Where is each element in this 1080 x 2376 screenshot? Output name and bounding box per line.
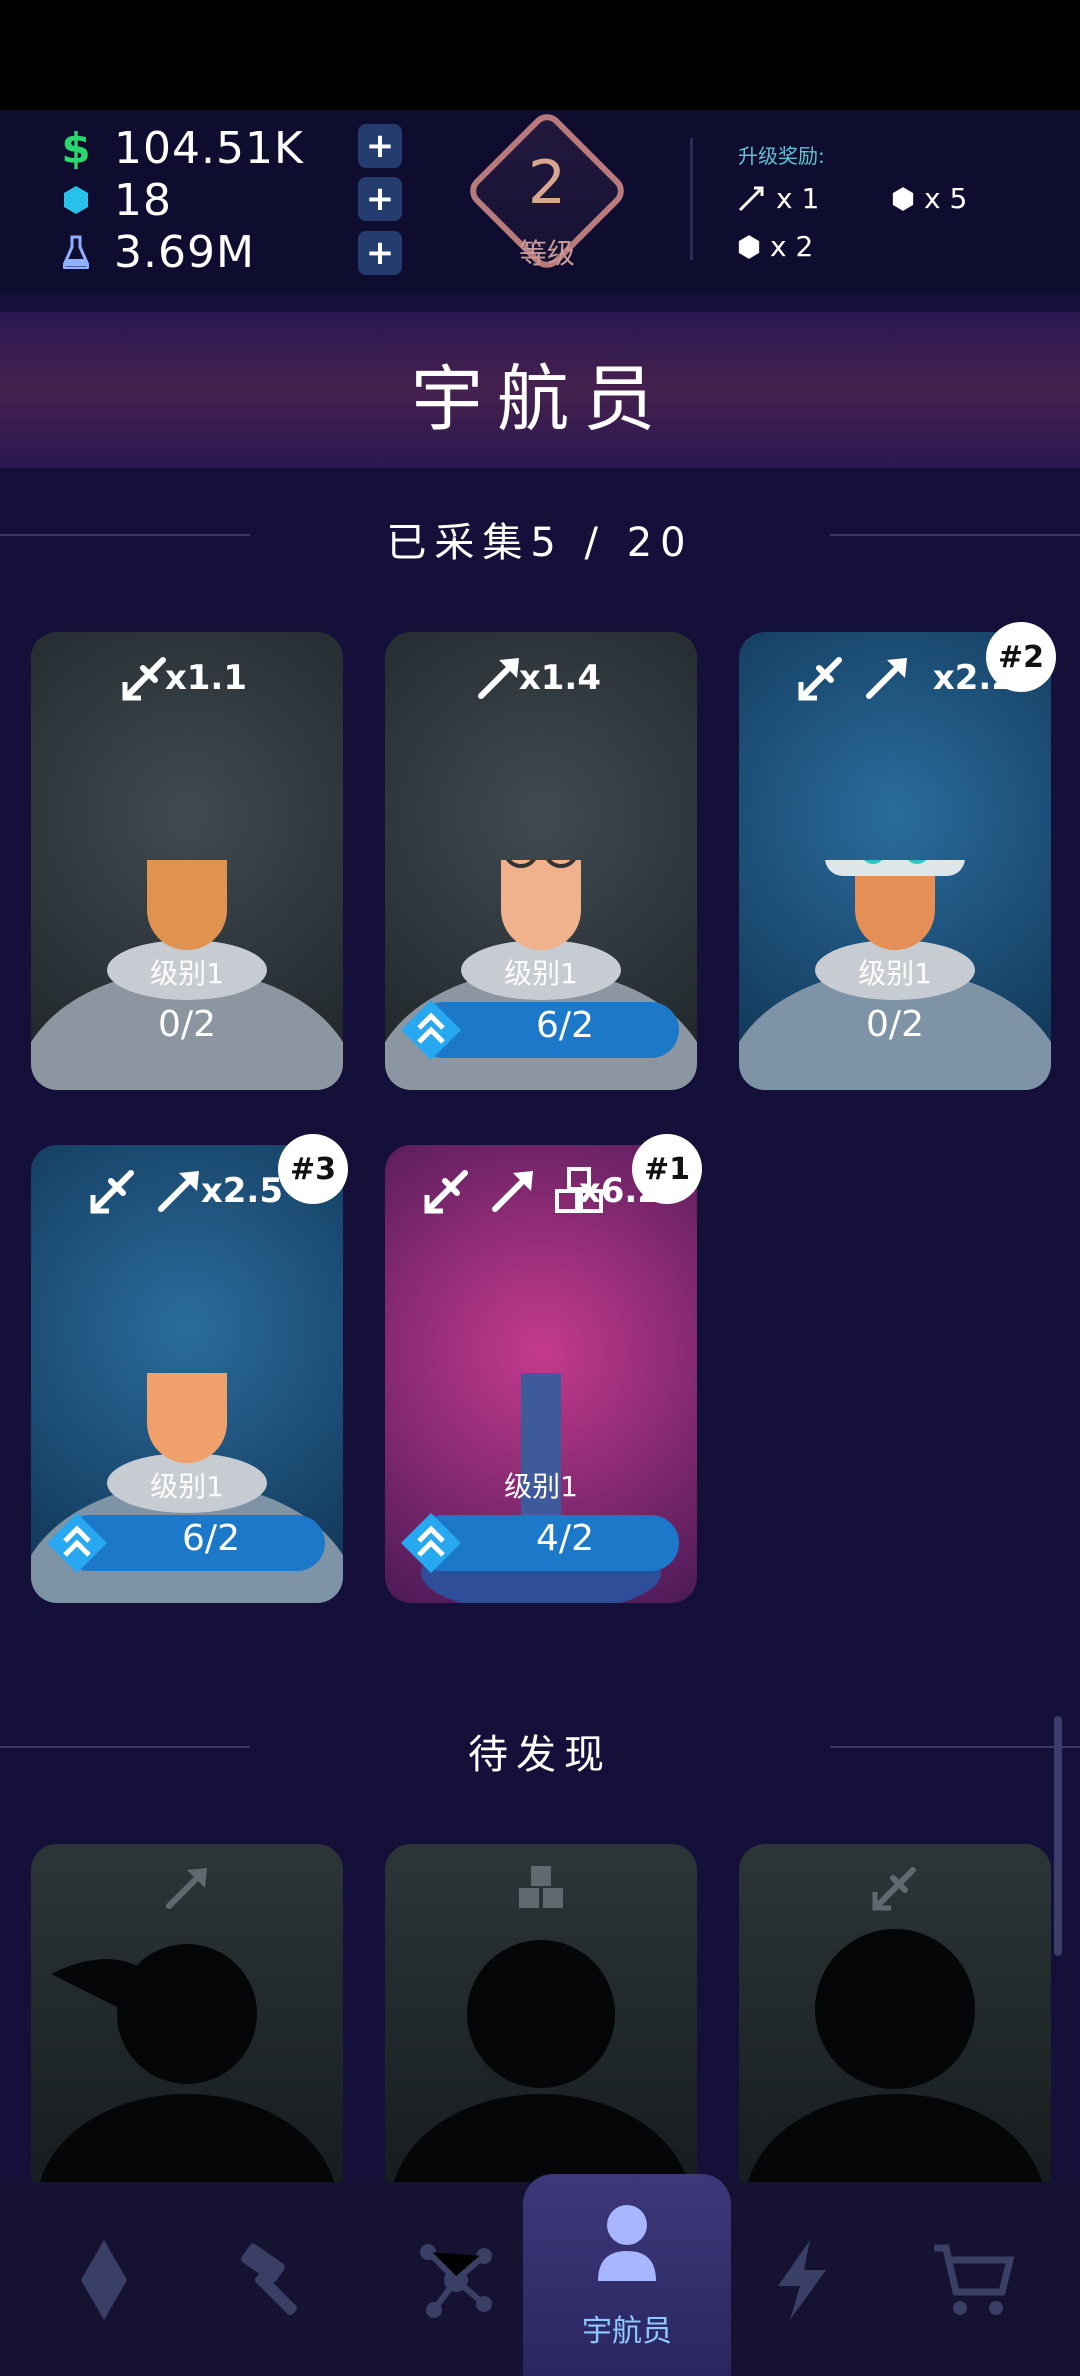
undiscovered-label: 待发现 [468,1732,612,1778]
nav-astronauts[interactable] [577,2190,677,2290]
locked-card-2[interactable] [385,1844,697,2204]
collected-label: 已采集5 / 20 [386,520,694,566]
reward-rocket: x 1 [736,182,819,215]
card-level: 级别1 [150,1470,224,1503]
locked-card-3[interactable] [739,1844,1051,2204]
scrollbar[interactable] [1054,1716,1062,1956]
gem-icon [56,180,96,220]
card-icons [421,1165,605,1217]
research-value: 3.69M [114,226,255,278]
nav-astronauts-label: 宇航员 [582,2314,672,2349]
add-money-button[interactable]: + [358,124,402,168]
add-research-button[interactable]: + [358,231,402,275]
rocket-icon [866,658,907,699]
rank-badge: #2 [986,622,1056,692]
reward-gem-a-value: x 5 [924,182,968,215]
silhouette [37,1944,337,2204]
drill-icon [90,1170,134,1214]
card-icons [119,652,171,704]
card-progress: 6/2 [182,1518,240,1559]
nav-shop[interactable] [922,2230,1022,2330]
flask-icon [56,232,96,272]
card-icons [795,652,913,704]
drill-icon [122,657,166,701]
add-gems-button[interactable]: + [358,177,402,221]
drill-icon [424,1170,468,1214]
nav-lightning[interactable] [752,2230,852,2330]
money-row: $ 104.51K [56,122,304,174]
nav-diamond[interactable] [54,2230,154,2330]
level-number: 2 [527,148,567,218]
reward-gem-b: x 2 [738,230,813,263]
card-level: 级别1 [504,957,578,990]
rank-badge: #1 [632,1134,702,1204]
card-progress: 0/2 [158,1004,216,1045]
dollar-icon: $ [61,123,91,173]
gem-icon [892,186,914,211]
divider [690,138,693,260]
reward-title: 升级奖励: [738,144,825,168]
research-row: 3.69M [56,226,255,278]
silhouette [745,1929,1045,2204]
page-title: 宇航员 [410,357,669,441]
rocket-icon [158,1171,199,1212]
diamond-icon [81,2240,127,2320]
card-progress: 6/2 [536,1005,594,1046]
card-icons [87,1165,205,1217]
money-value: 104.51K [114,122,304,174]
level-label: 等级 [518,237,575,270]
reward-gem-b-value: x 2 [770,230,814,263]
astronaut-card-1[interactable]: x1.1 级别1 0/2 [31,632,343,1090]
rank-badge: #3 [278,1134,348,1204]
status-bar [0,0,1080,110]
card-multiplier: x1.4 [518,658,601,698]
rocket-icon [738,186,764,211]
nav-hammer[interactable] [228,2230,328,2330]
network-icon [420,2244,492,2318]
card-icons [473,652,525,704]
card-progress: 4/2 [536,1518,594,1559]
drill-icon [798,657,842,701]
reward-rocket-value: x 1 [776,182,820,215]
cart-icon [934,2244,1014,2315]
gems-row: 18 [56,174,172,226]
rocket-icon [492,1171,533,1212]
silhouette [391,1940,691,2204]
rocket-icon [478,658,519,699]
card-level: 级别1 [858,957,932,990]
locked-card-1[interactable] [31,1844,343,2204]
astronaut-card-4[interactable]: x2.5 级别1 6/2 [31,1145,343,1603]
hammer-icon [241,2243,297,2315]
card-level: 级别1 [504,1470,578,1503]
nav-network[interactable] [406,2230,506,2330]
card-level: 级别1 [150,957,224,990]
lightning-icon [778,2240,826,2320]
card-progress: 0/2 [866,1004,924,1045]
card-multiplier: x2.5 [200,1171,283,1211]
gems-value: 18 [114,174,172,226]
astronaut-card-5[interactable]: x6.2 级别1 4/2 [385,1145,697,1603]
astronaut-card-3[interactable]: x2.2 级别1 0/2 [739,632,1051,1090]
astronaut-card-2[interactable]: x1.4 级别1 6/2 [385,632,697,1090]
astronaut-icon [598,2205,656,2281]
reward-gem-a: x 5 [892,182,967,215]
card-multiplier: x1.1 [164,658,247,698]
gem-icon [738,234,760,259]
